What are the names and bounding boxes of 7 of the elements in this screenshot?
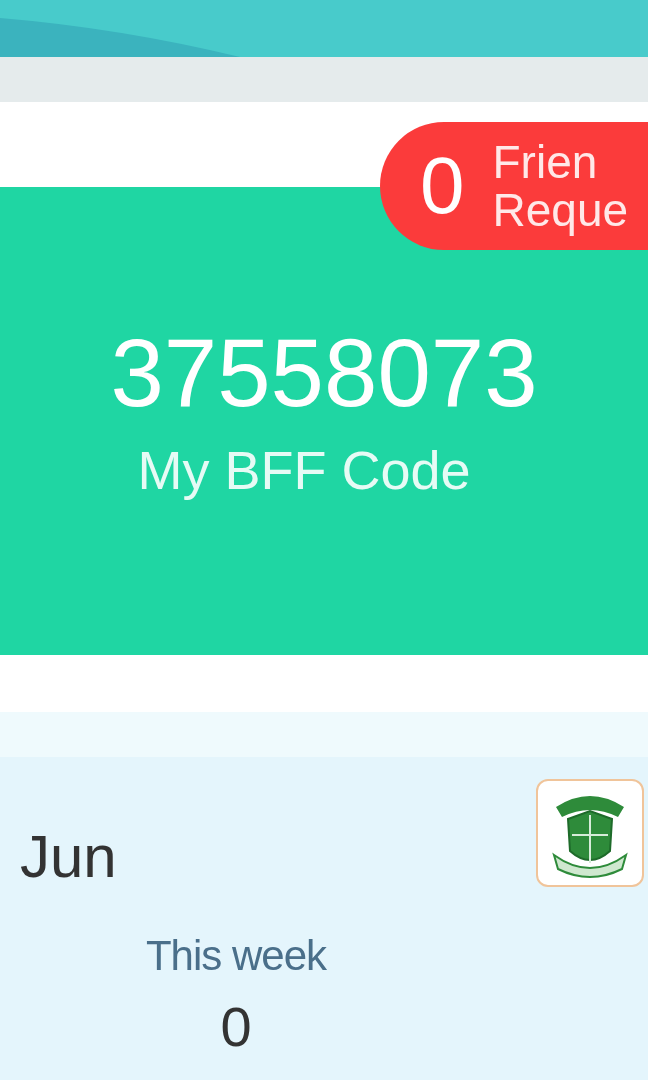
stat-label: This week [145, 935, 327, 977]
month-label: Jun [20, 827, 117, 887]
stat-value: 0 [220, 999, 252, 1055]
friend-requests-label: Frien [492, 137, 599, 186]
bff-code: 37558073 [110, 325, 538, 421]
friend-requests-label: Reque [492, 186, 629, 235]
friend-request-count: 0 [420, 146, 465, 226]
